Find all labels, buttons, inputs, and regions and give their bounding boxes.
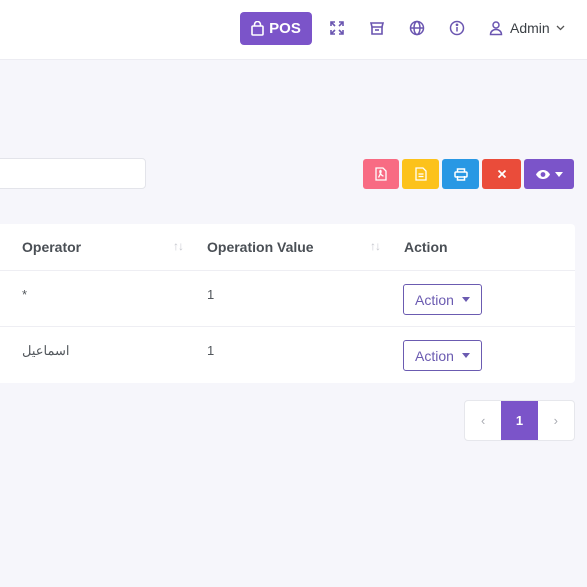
fullscreen-icon[interactable] bbox=[328, 19, 346, 37]
eye-icon bbox=[536, 169, 550, 179]
column-header-action: Action bbox=[404, 239, 448, 255]
chevron-down-icon bbox=[556, 25, 565, 31]
table-row: * 1 Action bbox=[0, 271, 575, 327]
bag-icon bbox=[251, 21, 264, 36]
pdf-icon bbox=[375, 167, 387, 181]
export-pdf-button[interactable] bbox=[363, 159, 399, 189]
table-header: Operator ↑↓ Operation Value ↑↓ Action bbox=[0, 224, 575, 271]
action-label: Action bbox=[415, 347, 454, 364]
action-dropdown-button[interactable]: Action bbox=[403, 284, 482, 315]
user-name: Admin bbox=[510, 20, 550, 36]
globe-icon[interactable] bbox=[408, 19, 426, 37]
store-icon[interactable] bbox=[368, 19, 386, 37]
top-header: POS Admin bbox=[0, 0, 587, 60]
operator-cell: * bbox=[22, 287, 28, 302]
action-dropdown-button[interactable]: Action bbox=[403, 340, 482, 371]
print-icon bbox=[453, 167, 468, 181]
column-visibility-button[interactable] bbox=[524, 159, 574, 189]
info-icon[interactable] bbox=[448, 19, 466, 37]
export-csv-button[interactable] bbox=[402, 159, 439, 189]
pos-label: POS bbox=[269, 20, 301, 37]
data-table: Operator ↑↓ Operation Value ↑↓ Action * … bbox=[0, 224, 575, 383]
operation-value-cell: 1 bbox=[207, 287, 215, 302]
delete-button[interactable] bbox=[482, 159, 521, 189]
next-page-button[interactable]: › bbox=[538, 401, 574, 440]
search-input[interactable] bbox=[0, 158, 146, 189]
csv-icon bbox=[414, 167, 427, 181]
sort-icon[interactable]: ↑↓ bbox=[173, 239, 184, 253]
sort-icon[interactable]: ↑↓ bbox=[370, 239, 381, 253]
previous-page-button[interactable]: ‹ bbox=[465, 401, 501, 440]
column-header-operation-value[interactable]: Operation Value bbox=[207, 239, 314, 255]
caret-down-icon bbox=[555, 171, 563, 177]
caret-down-icon bbox=[461, 353, 470, 358]
action-label: Action bbox=[415, 291, 454, 308]
page-button-current[interactable]: 1 bbox=[501, 401, 538, 440]
user-menu[interactable]: Admin bbox=[488, 18, 565, 38]
print-button[interactable] bbox=[442, 159, 479, 189]
user-icon bbox=[489, 21, 503, 36]
caret-down-icon bbox=[461, 297, 470, 302]
delete-icon bbox=[497, 169, 506, 179]
table-row: اسماعيل 1 Action bbox=[0, 327, 575, 383]
pos-button[interactable]: POS bbox=[240, 12, 312, 45]
operation-value-cell: 1 bbox=[207, 343, 215, 358]
pagination: ‹ 1 › bbox=[464, 400, 575, 441]
column-header-operator[interactable]: Operator bbox=[22, 239, 81, 255]
operator-cell: اسماعيل bbox=[22, 343, 70, 358]
